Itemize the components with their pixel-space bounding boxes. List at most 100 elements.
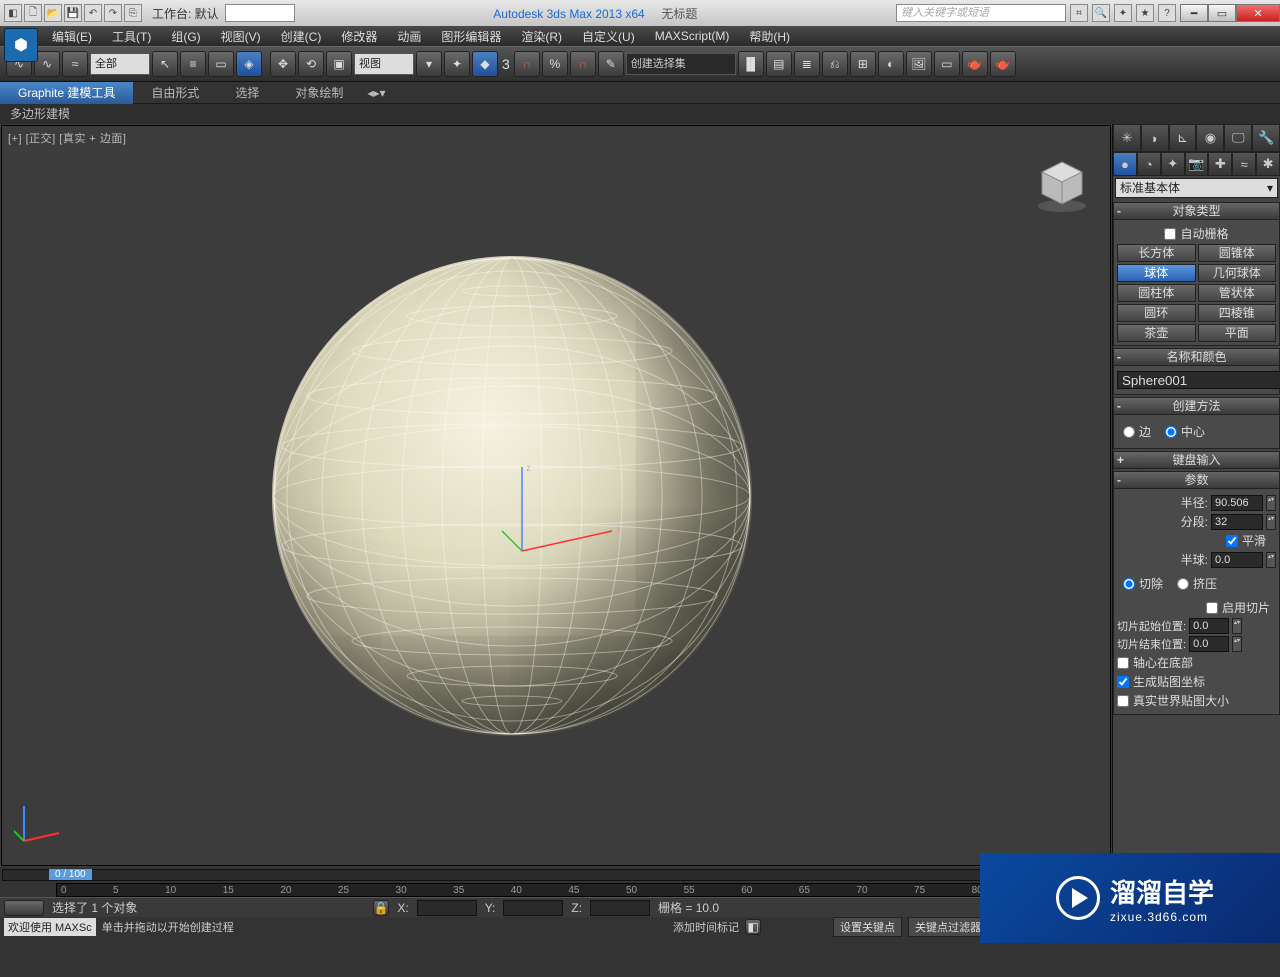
align-icon[interactable]: ▤ (766, 51, 792, 77)
gen-map-checkbox[interactable] (1117, 676, 1129, 688)
menu-help[interactable]: 帮助(H) (739, 28, 800, 45)
utilities-tab-icon[interactable]: 🔧 (1252, 124, 1280, 152)
link-icon[interactable]: ⎘ (124, 4, 142, 22)
set-key-button[interactable]: 设置关键点 (833, 917, 902, 937)
radio-edge[interactable] (1123, 426, 1135, 438)
ref-coord-dropdown[interactable]: 视图 (354, 53, 414, 75)
radius-spinner[interactable]: ▴▾ (1266, 495, 1276, 511)
menu-group[interactable]: 组(G) (161, 28, 210, 45)
close-button[interactable]: ✕ (1236, 4, 1280, 22)
bind-spacewarp-icon[interactable]: ≈ (62, 51, 88, 77)
hemisphere-input[interactable] (1211, 552, 1263, 568)
object-name-input[interactable] (1117, 371, 1280, 389)
systems-icon[interactable]: ✱ (1256, 152, 1280, 176)
slice-from-spinner[interactable]: ▴▾ (1232, 618, 1242, 634)
tab-freeform[interactable]: 自由形式 (133, 82, 217, 104)
radius-input[interactable] (1211, 495, 1263, 511)
rollout-create-method[interactable]: -创建方法 (1113, 397, 1280, 415)
hemisphere-spinner[interactable]: ▴▾ (1266, 552, 1276, 568)
minimize-button[interactable]: ━ (1180, 4, 1208, 22)
slice-to-spinner[interactable]: ▴▾ (1232, 636, 1242, 652)
select-window-icon[interactable]: ◈ (236, 51, 262, 77)
search-input[interactable]: 键入关键字或短语 (896, 4, 1066, 22)
menu-views[interactable]: 视图(V) (211, 28, 271, 45)
menu-maxscript[interactable]: MAXScript(M) (645, 29, 740, 43)
z-input[interactable] (590, 900, 650, 916)
slice-from-input[interactable] (1189, 618, 1229, 634)
motion-tab-icon[interactable]: ◉ (1196, 124, 1224, 152)
spacewarps-icon[interactable]: ≈ (1232, 152, 1256, 176)
tab-graphite[interactable]: Graphite 建模工具 (0, 82, 133, 104)
btn-box[interactable]: 长方体 (1117, 244, 1196, 262)
rotate-icon[interactable]: ⟲ (298, 51, 324, 77)
named-selection[interactable]: 创建选择集 (626, 53, 736, 75)
selection-filter[interactable]: 全部 (90, 53, 150, 75)
schematic-icon[interactable]: ⊞ (850, 51, 876, 77)
rollout-name-color[interactable]: -名称和颜色 (1113, 348, 1280, 366)
btn-pyramid[interactable]: 四棱锥 (1198, 304, 1277, 322)
render-prod-icon[interactable]: 🫖 (990, 51, 1016, 77)
btn-plane[interactable]: 平面 (1198, 324, 1277, 342)
btn-cone[interactable]: 圆锥体 (1198, 244, 1277, 262)
y-input[interactable] (503, 900, 563, 916)
exchange-icon[interactable]: ✦ (1114, 4, 1132, 22)
modify-tab-icon[interactable]: ◗ (1141, 124, 1169, 152)
menu-edit[interactable]: 编辑(E) (42, 28, 102, 45)
tab-selection[interactable]: 选择 (217, 82, 277, 104)
create-tab-icon[interactable]: ✳ (1113, 124, 1141, 152)
select-rect-icon[interactable]: ▭ (208, 51, 234, 77)
key-filter-button[interactable]: 关键点过滤器 (908, 917, 988, 937)
app-menu-icon[interactable]: ◧ (4, 4, 22, 22)
undo-icon[interactable]: ↶ (84, 4, 102, 22)
add-tag-button[interactable]: 添加时间标记 (673, 919, 739, 935)
render-frame-icon[interactable]: ▭ (934, 51, 960, 77)
search-icon[interactable]: 🔍 (1092, 4, 1110, 22)
lights-icon[interactable]: ✦ (1161, 152, 1185, 176)
new-icon[interactable]: 🗋 (24, 4, 42, 22)
rollout-params[interactable]: -参数 (1113, 471, 1280, 489)
lock-icon[interactable]: 🔒 (373, 900, 389, 916)
x-input[interactable] (417, 900, 477, 916)
radio-squash[interactable] (1177, 578, 1189, 590)
base-pivot-checkbox[interactable] (1117, 657, 1129, 669)
menu-customize[interactable]: 自定义(U) (572, 28, 645, 45)
mirror-icon[interactable]: ▐▌ (738, 51, 764, 77)
cameras-icon[interactable]: 📷 (1185, 152, 1209, 176)
menu-tools[interactable]: 工具(T) (102, 28, 161, 45)
btn-cylinder[interactable]: 圆柱体 (1117, 284, 1196, 302)
shapes-icon[interactable]: ◔ (1137, 152, 1161, 176)
edit-named-icon[interactable]: ✎ (598, 51, 624, 77)
btn-tube[interactable]: 管状体 (1198, 284, 1277, 302)
curve-editor-icon[interactable]: ⎌ (822, 51, 848, 77)
viewcube-icon[interactable] (1032, 156, 1092, 216)
rollout-keyboard[interactable]: +键盘输入 (1113, 451, 1280, 469)
segments-input[interactable] (1211, 514, 1263, 530)
menu-grapheditors[interactable]: 图形编辑器 (431, 28, 511, 45)
menu-create[interactable]: 创建(C) (271, 28, 332, 45)
real-world-checkbox[interactable] (1117, 695, 1129, 707)
open-icon[interactable]: 📂 (44, 4, 62, 22)
radio-chop[interactable] (1123, 578, 1135, 590)
render-icon[interactable]: 🫖 (962, 51, 988, 77)
helpers-icon[interactable]: ✚ (1208, 152, 1232, 176)
radio-center[interactable] (1165, 426, 1177, 438)
material-editor-icon[interactable]: ◐ (878, 51, 904, 77)
help-icon[interactable]: ? (1158, 4, 1176, 22)
favorite-icon[interactable]: ★ (1136, 4, 1154, 22)
scale-icon[interactable]: ▣ (326, 51, 352, 77)
btn-teapot[interactable]: 茶壶 (1117, 324, 1196, 342)
render-setup-icon[interactable]: 🖼 (906, 51, 932, 77)
spinner-snap-icon[interactable]: ∩ (570, 51, 596, 77)
subscription-icon[interactable]: ⌗ (1070, 4, 1088, 22)
pivot-icon[interactable]: ▾ (416, 51, 442, 77)
redo-icon[interactable]: ↷ (104, 4, 122, 22)
manip-icon[interactable]: ✦ (444, 51, 470, 77)
mini-listener-icon[interactable] (4, 900, 44, 916)
tag-icon[interactable]: ◧ (745, 919, 761, 935)
app-icon[interactable]: ⬢ (4, 28, 38, 62)
viewport-label[interactable]: [+] [正交] [真实 + 边面] (8, 130, 126, 146)
smooth-checkbox[interactable] (1226, 535, 1238, 547)
layer-icon[interactable]: ≣ (794, 51, 820, 77)
slice-to-input[interactable] (1189, 636, 1229, 652)
maximize-button[interactable]: ▭ (1208, 4, 1236, 22)
